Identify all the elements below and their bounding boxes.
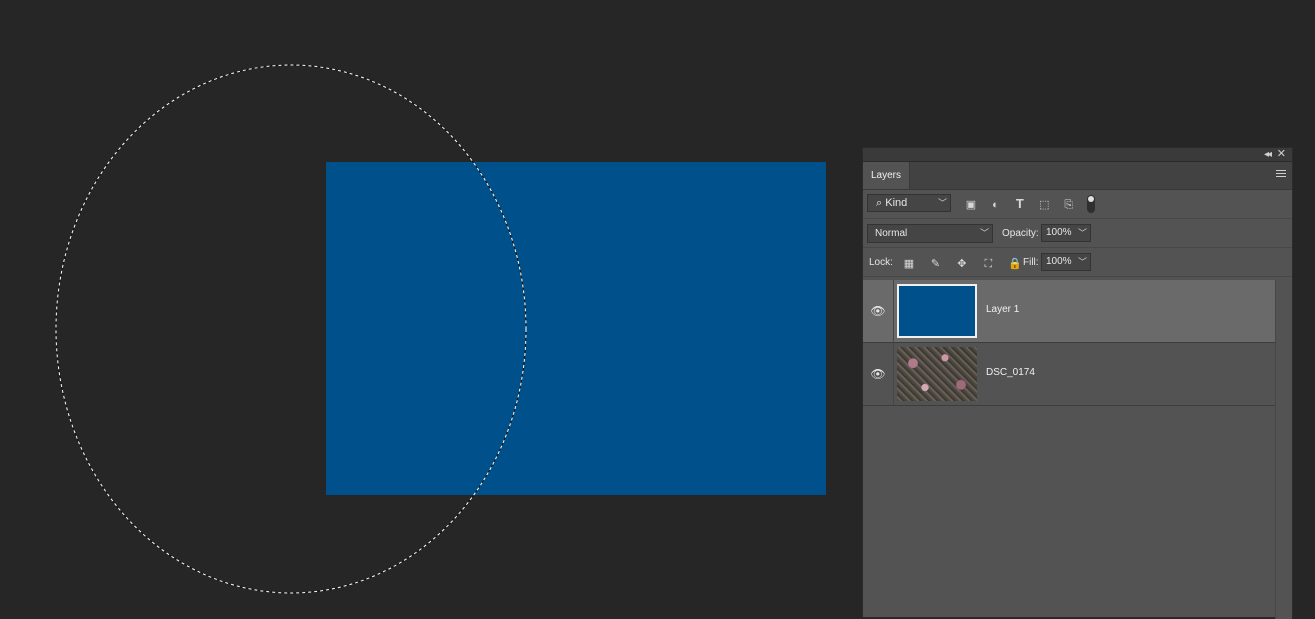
layer-thumbnail: [897, 347, 977, 401]
layers-scrollbar[interactable]: [1275, 280, 1292, 619]
tab-layers[interactable]: Layers: [863, 162, 910, 189]
opacity-field[interactable]: 100% ﹀: [1041, 224, 1091, 242]
layer-name[interactable]: DSC_0174: [986, 367, 1035, 378]
fill-label: Fill:: [1023, 257, 1039, 268]
layer-row-layer-1[interactable]: 👁 Layer 1: [863, 280, 1276, 343]
eye-icon[interactable]: 👁: [863, 343, 894, 405]
filter-row: ⌕ Kind ﹀ ▣ ◐ T ⬚ ⎘: [863, 190, 1292, 219]
chevron-down-icon: ﹀: [979, 228, 989, 238]
lock-transparent-icon[interactable]: ▦: [901, 256, 917, 272]
layers-list: 👁 Layer 1 👁 DSC_0174: [863, 280, 1276, 406]
fill-value: 100%: [1046, 256, 1072, 267]
opacity-label: Opacity:: [1002, 228, 1039, 239]
lock-label: Lock:: [869, 257, 893, 268]
close-icon[interactable]: ✕: [1277, 148, 1286, 161]
adjustment-filter-icon[interactable]: ◐: [987, 197, 1003, 213]
opacity-value: 100%: [1046, 227, 1072, 238]
lock-image-icon[interactable]: ✎: [927, 256, 943, 272]
filter-kind-select[interactable]: ⌕ Kind ﹀: [867, 194, 951, 212]
layer-row-dsc-0174[interactable]: 👁 DSC_0174: [863, 343, 1276, 406]
search-icon: ⌕: [876, 197, 883, 209]
chevron-down-icon[interactable]: ﹀: [1078, 254, 1087, 270]
layer-thumbnail: [897, 284, 977, 338]
layer-name[interactable]: Layer 1: [986, 304, 1019, 315]
layers-panel: ◂◂ ✕ Layers ⌕ Kind ﹀ ▣ ◐ T ⬚ ⎘ Normal ﹀ …: [862, 147, 1293, 619]
lock-icons: ▦ ✎ ✥ ⛶ 🔒: [901, 254, 1029, 272]
lock-position-icon[interactable]: ✥: [954, 256, 970, 272]
type-filter-icon[interactable]: T: [1012, 196, 1028, 212]
blend-mode-value: Normal: [875, 228, 908, 239]
pixel-filter-icon[interactable]: ▣: [963, 197, 979, 213]
smart-object-filter-icon[interactable]: ⎘: [1061, 197, 1077, 213]
fill-field[interactable]: 100% ﹀: [1041, 253, 1091, 271]
lock-all-icon[interactable]: 🔒: [1007, 256, 1023, 272]
shape-filter-icon[interactable]: ⬚: [1036, 197, 1052, 213]
eye-icon[interactable]: 👁: [863, 280, 894, 342]
blend-row: Normal ﹀ Opacity: 100% ﹀: [863, 219, 1292, 248]
filter-kind-label: Kind: [885, 197, 908, 209]
blend-mode-select[interactable]: Normal ﹀: [867, 224, 993, 243]
chevron-down-icon[interactable]: ﹀: [1078, 225, 1087, 241]
panel-topbar: ◂◂ ✕: [863, 148, 1292, 162]
collapse-icon[interactable]: ◂◂: [1264, 148, 1272, 161]
chevron-down-icon: ﹀: [937, 198, 947, 208]
lock-row: Lock: ▦ ✎ ✥ ⛶ 🔒 Fill: 100% ﹀: [863, 248, 1292, 277]
filter-toggle-icon[interactable]: [1087, 195, 1096, 213]
lock-artboard-icon[interactable]: ⛶: [980, 256, 996, 272]
panel-menu-icon[interactable]: [1276, 170, 1286, 179]
panel-tabbar: Layers: [863, 162, 1292, 190]
filter-icons: ▣ ◐ T ⬚ ⎘: [963, 195, 1096, 213]
